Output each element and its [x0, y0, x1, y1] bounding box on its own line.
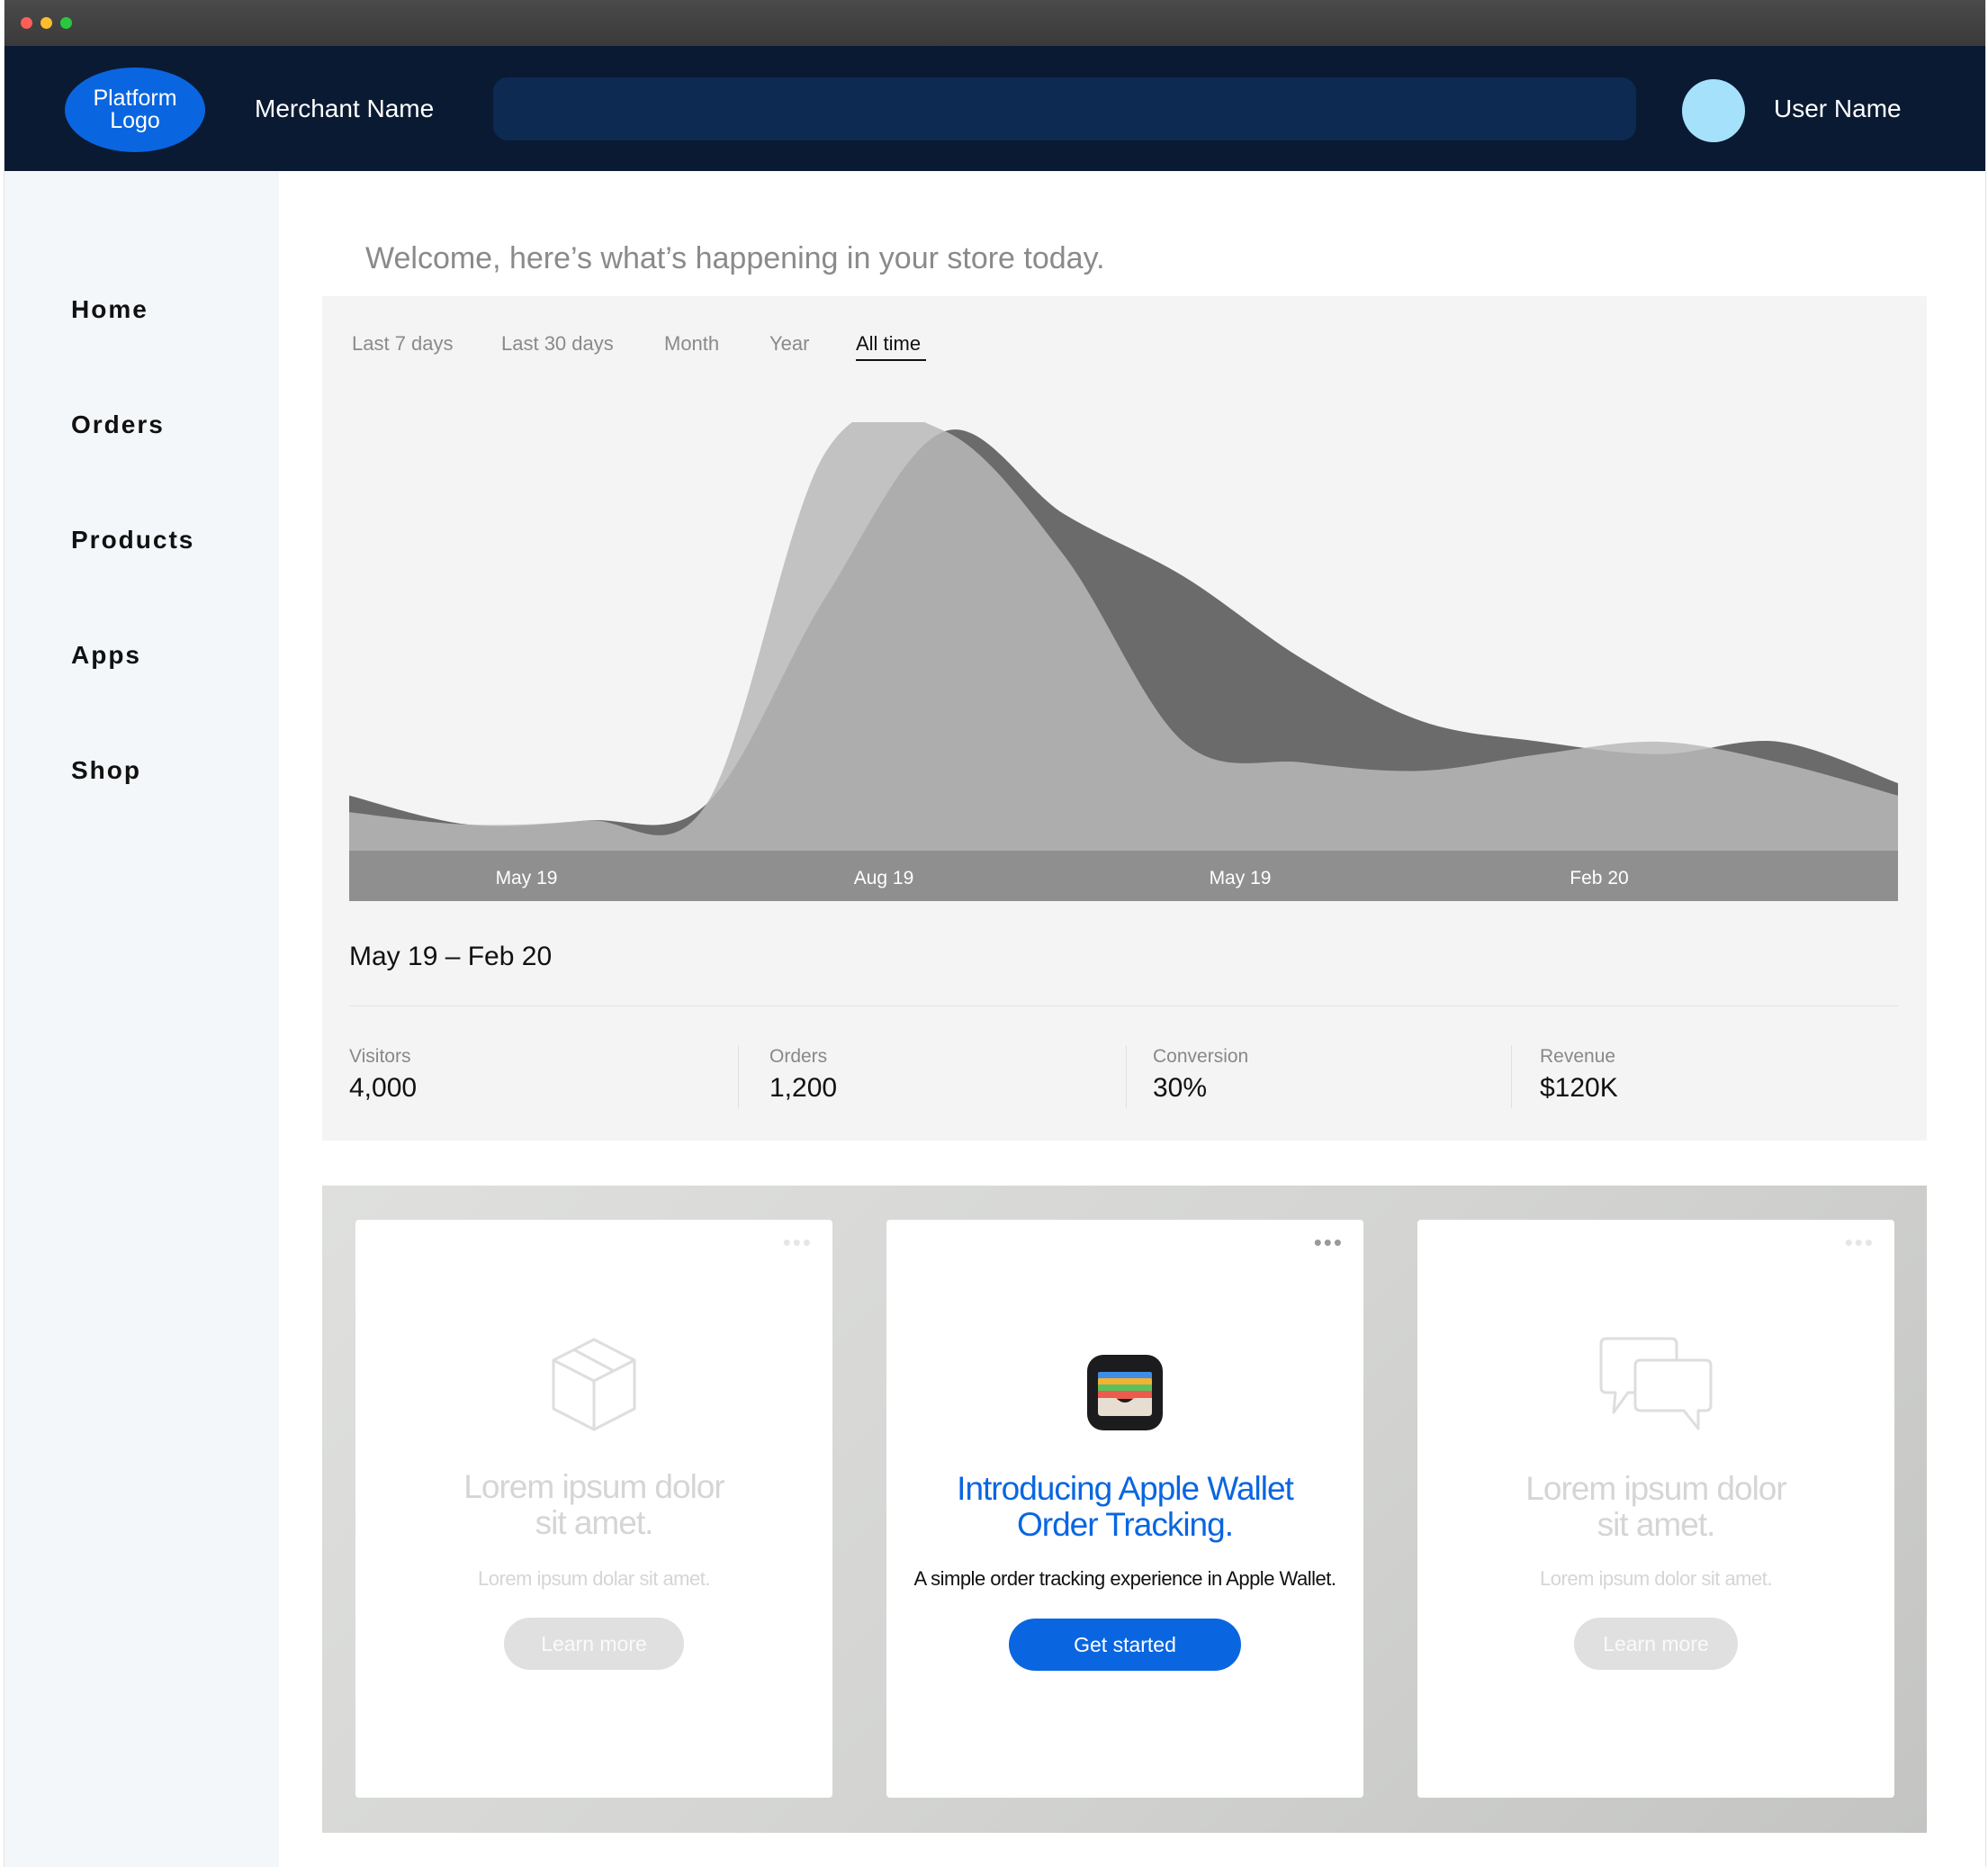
- metric-label: Revenue: [1540, 1046, 1616, 1067]
- sidebar-item-home[interactable]: Home: [71, 295, 148, 324]
- user-avatar[interactable]: [1682, 79, 1745, 142]
- tab-month[interactable]: Month: [664, 332, 719, 356]
- x-tick-label: Aug 19: [854, 868, 914, 888]
- area-chart: May 19 Aug 19 May 19 Feb 20: [349, 422, 1898, 901]
- promo-card-subtitle: Lorem ipsum dolar sit amet.: [478, 1567, 710, 1590]
- metric-separator: [738, 1045, 739, 1108]
- date-range: May 19 – Feb 20: [349, 942, 553, 971]
- sidebar-item-products[interactable]: Products: [71, 526, 194, 555]
- promo-card: ••• Lorem ipsum dolor sit amet. Lorem ip…: [355, 1220, 832, 1798]
- more-options-icon[interactable]: •••: [783, 1231, 813, 1254]
- x-tick-label: May 19: [496, 868, 558, 888]
- app-header: Platform Logo Merchant Name User Name: [4, 46, 1985, 171]
- promo-card-featured: ••• Introducing Apple Wallet Order Track…: [886, 1220, 1363, 1798]
- get-started-button[interactable]: Get started: [1009, 1619, 1241, 1671]
- promo-card-subtitle: A simple order tracking experience in Ap…: [913, 1567, 1336, 1590]
- zoom-window-button[interactable]: [60, 17, 72, 29]
- sidebar-item-orders[interactable]: Orders: [71, 410, 165, 439]
- x-tick-label: Feb 20: [1570, 868, 1628, 888]
- active-tab-indicator: [856, 359, 926, 361]
- close-window-button[interactable]: [21, 17, 32, 29]
- metric-label: Conversion: [1153, 1046, 1249, 1067]
- promo-card-title: Lorem ipsum dolor sit amet.: [463, 1468, 724, 1541]
- user-name[interactable]: User Name: [1774, 95, 1902, 123]
- tab-last-30-days[interactable]: Last 30 days: [501, 332, 614, 356]
- x-axis-band: [349, 851, 1898, 901]
- metric-orders: Orders 1,200: [769, 1046, 837, 1104]
- title-bar: [4, 0, 1985, 46]
- box-icon: [552, 1338, 636, 1431]
- promo-card-title: Introducing Apple Wallet Order Tracking.: [957, 1470, 1294, 1543]
- chat-bubbles-icon: [1599, 1337, 1713, 1430]
- metric-label: Visitors: [349, 1046, 411, 1067]
- promo-section: ••• Lorem ipsum dolor sit amet. Lorem ip…: [322, 1186, 1927, 1833]
- browser-window: Platform Logo Merchant Name User Name Ho…: [4, 0, 1986, 1867]
- search-input[interactable]: [493, 77, 1636, 140]
- metric-value: 30%: [1153, 1073, 1208, 1103]
- sidebar-item-apps[interactable]: Apps: [71, 641, 141, 670]
- merchant-name: Merchant Name: [255, 95, 435, 122]
- tab-year[interactable]: Year: [769, 332, 809, 356]
- promo-card-title: Lorem ipsum dolor sit amet.: [1525, 1470, 1786, 1543]
- metric-visitors: Visitors 4,000: [349, 1046, 417, 1104]
- metric-revenue: Revenue $120K: [1540, 1046, 1618, 1104]
- more-options-icon[interactable]: •••: [1845, 1231, 1875, 1254]
- tab-last-7-days[interactable]: Last 7 days: [352, 332, 454, 356]
- learn-more-button[interactable]: Learn more: [504, 1618, 684, 1670]
- promo-card: ••• Lorem ipsum dolor sit amet. Lorem ip…: [1417, 1220, 1894, 1798]
- tab-all-time[interactable]: All time: [856, 332, 921, 356]
- wallet-icon: [1087, 1355, 1163, 1430]
- metric-separator: [1511, 1045, 1512, 1108]
- learn-more-button[interactable]: Learn more: [1574, 1618, 1738, 1670]
- metric-value: 4,000: [349, 1073, 418, 1103]
- promo-card-subtitle: Lorem ipsum dolor sit amet.: [1540, 1567, 1772, 1590]
- metric-label: Orders: [769, 1046, 828, 1067]
- welcome-heading: Welcome, here’s what’s happening in your…: [365, 241, 1105, 275]
- x-tick-label: May 19: [1210, 868, 1272, 888]
- minimize-window-button[interactable]: [40, 17, 52, 29]
- metric-value: 1,200: [769, 1073, 838, 1103]
- metric-value: $120K: [1540, 1073, 1618, 1103]
- sidebar: Home Orders Products Apps Shop: [4, 171, 279, 1867]
- sidebar-item-shop[interactable]: Shop: [71, 756, 141, 785]
- metric-separator: [1126, 1045, 1127, 1108]
- more-options-icon[interactable]: •••: [1314, 1231, 1344, 1254]
- stats-card: Last 7 days Last 30 days Month Year All …: [322, 296, 1927, 1141]
- platform-logo[interactable]: Platform Logo: [65, 68, 205, 152]
- metric-conversion: Conversion 30%: [1153, 1046, 1248, 1104]
